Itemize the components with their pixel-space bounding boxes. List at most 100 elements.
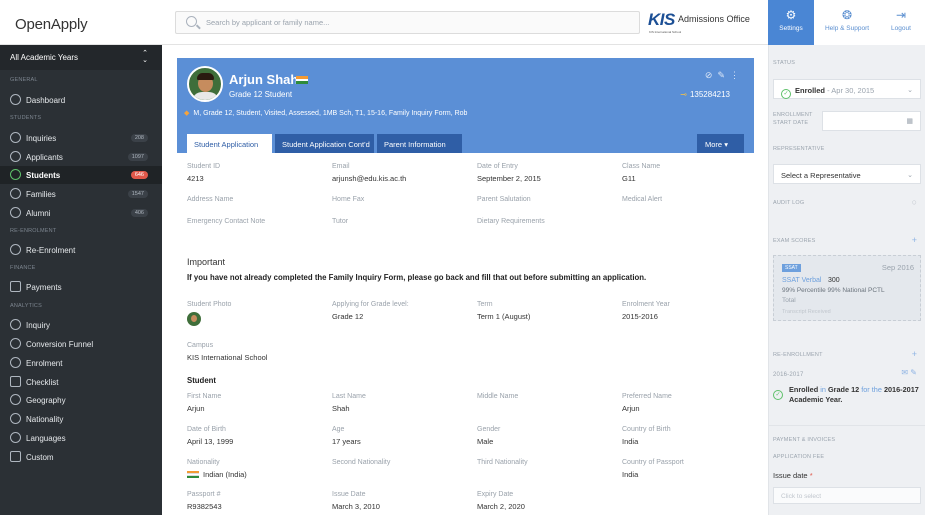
student-section-heading: Student xyxy=(187,376,217,385)
issue-date-input[interactable]: Click to select xyxy=(773,487,921,504)
field-value: 17 years xyxy=(332,437,361,446)
tab-parent-information[interactable]: Parent Information xyxy=(377,134,462,153)
field-value: India xyxy=(622,437,639,446)
profile-actions[interactable]: ⊘✎⋮ xyxy=(705,70,744,81)
search-icon xyxy=(186,16,197,27)
search-icon[interactable]: ○ xyxy=(912,197,917,207)
field-middle-name: Middle Name xyxy=(477,393,518,400)
reenrollment-actions[interactable]: ✉ ✎ xyxy=(901,368,917,377)
representative-select[interactable]: Select a Representative ⌄ xyxy=(773,164,921,184)
field-label: First Name xyxy=(187,393,222,400)
sidebar-item-reenrolment[interactable]: Re-Enrolment xyxy=(0,241,162,259)
sidebar-item-checklist[interactable]: Checklist xyxy=(0,373,162,391)
app-logo[interactable]: OpenApply xyxy=(15,16,88,33)
student-grade: Grade 12 Student xyxy=(229,90,293,99)
sidebar-item-geography[interactable]: Geography xyxy=(0,391,162,409)
search-placeholder: Search by applicant or family name... xyxy=(206,18,330,27)
field-email: Email arjunsh@edu.kis.ac.th xyxy=(332,163,406,183)
sidebar-item-families[interactable]: Families 1547 xyxy=(0,185,162,203)
globe-icon xyxy=(10,413,21,424)
inquiries-icon xyxy=(10,132,21,143)
tab-student-application-contd[interactable]: Student Application Cont'd xyxy=(275,134,374,153)
india-flag-icon xyxy=(187,471,199,478)
reenrol-grade: Grade 12 xyxy=(827,385,860,394)
reenrol-for: for the xyxy=(861,385,882,394)
help-button[interactable]: ❂ Help & Support xyxy=(817,0,877,45)
count-badge: 1097 xyxy=(127,153,148,161)
status-select[interactable]: ✓ Enrolled - Apr 30, 2015 ⌄ xyxy=(773,79,921,99)
audit-log-label[interactable]: AUDIT LOG xyxy=(773,200,804,206)
check-circle-icon: ✓ xyxy=(773,390,783,400)
sidebar-item-languages[interactable]: Languages xyxy=(0,429,162,447)
tag-icon[interactable]: ⊘ xyxy=(705,70,718,80)
sidebar-item-custom[interactable]: Custom xyxy=(0,448,162,466)
sidebar-item-label: Conversion Funnel xyxy=(26,340,94,349)
enrollment-start-date-input[interactable]: ▦ xyxy=(822,111,921,131)
chevron-down-icon: ⌄ xyxy=(907,87,913,94)
field-parent-salutation: Parent Salutation xyxy=(477,196,531,203)
settings-button[interactable]: ⚙ Settings xyxy=(768,0,814,45)
sidebar-item-inquiries[interactable]: Inquiries 208 xyxy=(0,129,162,147)
updown-icon: ⌃ ⌄ xyxy=(142,50,148,64)
tab-student-application[interactable]: Student Application xyxy=(187,134,272,153)
enrollment-start-label: ENROLLMENT START DATE xyxy=(773,112,813,126)
field-label: Emergency Contact Note xyxy=(187,218,266,225)
academic-year-select[interactable]: All Academic Years ⌃ ⌄ xyxy=(0,45,162,70)
field-label: Dietary Requirements xyxy=(477,218,545,225)
field-value[interactable]: arjunsh@edu.kis.ac.th xyxy=(332,174,406,183)
count-badge: 646 xyxy=(130,171,148,179)
exam-total: Total xyxy=(782,297,796,304)
field-address-name: Address Name xyxy=(187,196,233,203)
calendar-icon: ▦ xyxy=(906,118,913,125)
issue-date-label: Issue date * xyxy=(773,471,813,480)
tag-list[interactable]: ◆ M, Grade 12, Student, Visited, Assessed… xyxy=(184,109,467,117)
more-vertical-icon[interactable]: ⋮ xyxy=(730,70,744,80)
status-value: Enrolled xyxy=(795,86,826,95)
field-label: Country of Birth xyxy=(622,426,671,433)
field-label: Country of Passport xyxy=(622,459,684,466)
map-icon xyxy=(10,394,21,405)
add-exam-score-icon[interactable]: + xyxy=(912,235,917,245)
edit-icon[interactable]: ✎ xyxy=(910,368,917,377)
field-value: Shah xyxy=(332,404,350,413)
sidebar-item-applicants[interactable]: Applicants 1097 xyxy=(0,148,162,166)
sidebar-item-dashboard[interactable]: Dashboard xyxy=(0,91,162,109)
sidebar-item-alumni[interactable]: Alumni 406 xyxy=(0,204,162,222)
sidebar-item-label: Geography xyxy=(26,396,66,405)
sidebar-item-nationality[interactable]: Nationality xyxy=(0,410,162,428)
add-reenrollment-icon[interactable]: + xyxy=(912,349,917,359)
edit-icon[interactable]: ✎ xyxy=(717,70,730,80)
field-enrolment-year: Enrolment Year 2015-2016 xyxy=(622,301,670,321)
field-value: Grade 12 xyxy=(332,312,364,321)
sidebar-item-inquiry[interactable]: Inquiry xyxy=(0,316,162,334)
sidebar-item-label: Nationality xyxy=(26,415,64,424)
applicants-icon xyxy=(10,151,21,162)
student-name: Arjun Shah xyxy=(229,72,299,87)
sidebar-item-students[interactable]: Students 646 xyxy=(0,166,162,184)
field-emergency-contact: Emergency Contact Note xyxy=(187,218,265,225)
field-value: R9382543 xyxy=(187,502,222,511)
sidebar-item-label: Inquiries xyxy=(26,134,57,143)
mail-icon[interactable]: ✉ xyxy=(901,368,908,377)
field-nationality: Nationality Indian (India) xyxy=(187,459,247,479)
search-input[interactable]: Search by applicant or family name... xyxy=(175,11,640,34)
sidebar-item-payments[interactable]: Payments xyxy=(0,278,162,296)
exam-score-card[interactable]: SSAT Sep 2016 SSAT Verbal 300 99% Percen… xyxy=(773,255,921,321)
field-home-fax: Home Fax xyxy=(332,196,364,203)
field-label: Third Nationality xyxy=(477,459,528,466)
caret-down-icon: ▾ xyxy=(724,140,728,149)
school-logo: KIS xyxy=(648,10,675,29)
sidebar-item-label: Dashboard xyxy=(26,96,66,105)
sidebar-item-funnel[interactable]: Conversion Funnel xyxy=(0,335,162,353)
sidebar-item-enrolment[interactable]: Enrolment xyxy=(0,354,162,372)
logout-button[interactable]: ⇥ Logout xyxy=(882,0,920,45)
field-value: Male xyxy=(477,437,494,446)
grid-icon xyxy=(10,451,21,462)
more-tabs-button[interactable]: More ▾ xyxy=(697,134,744,153)
reenrollment-year: 2016-2017 xyxy=(773,372,804,378)
issue-date-text: Issue date xyxy=(773,471,808,480)
field-dietary: Dietary Requirements xyxy=(477,218,545,225)
field-label: Second Nationality xyxy=(332,459,391,466)
count-badge: 406 xyxy=(130,209,148,217)
field-label: Last Name xyxy=(332,393,366,400)
